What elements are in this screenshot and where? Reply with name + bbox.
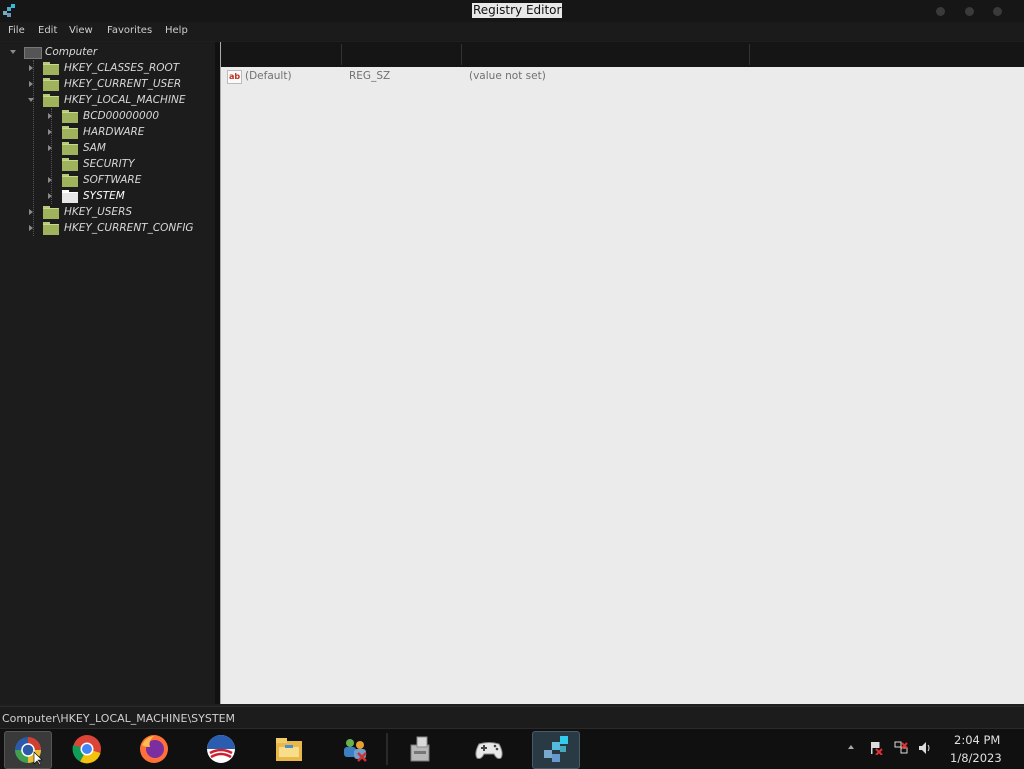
vault-drive-icon	[410, 736, 430, 762]
value-data: (value not set)	[469, 70, 546, 82]
status-bar: Computer\HKEY_LOCAL_MACHINE\SYSTEM	[0, 706, 1024, 729]
tree-node-hkey-current-config[interactable]: HKEY_CURRENT_CONFIG	[0, 220, 215, 236]
clock-date[interactable]: 1/8/2023	[950, 751, 1002, 765]
list-header	[221, 42, 1024, 67]
expand-arrow-icon[interactable]	[29, 65, 33, 71]
expand-arrow-icon[interactable]	[29, 81, 33, 87]
show-hidden-icons-chevron[interactable]	[848, 745, 854, 749]
maximize-button[interactable]	[965, 7, 974, 16]
menu-bar: File Edit View Favorites Help	[0, 22, 1024, 41]
close-button[interactable]	[993, 7, 1002, 16]
taskbar-chrome[interactable]	[64, 731, 110, 767]
folder-icon	[43, 78, 59, 91]
status-path: Computer\HKEY_LOCAL_MACHINE\SYSTEM	[2, 712, 236, 725]
list-row[interactable]: ab (Default) REG_SZ (value not set)	[221, 69, 1024, 85]
tree-label: HKEY_USERS	[64, 206, 133, 218]
computer-icon	[24, 47, 42, 59]
clock-time[interactable]: 2:04 PM	[954, 733, 1000, 747]
collapse-arrow-icon[interactable]	[10, 50, 16, 54]
tree-label: SOFTWARE	[83, 174, 142, 186]
expand-arrow-icon[interactable]	[48, 145, 52, 151]
tree-node-hkey-local-machine[interactable]: HKEY_LOCAL_MACHINE	[0, 92, 215, 108]
volume-icon[interactable]	[918, 741, 932, 755]
taskbar-start-button[interactable]	[4, 731, 52, 769]
column-divider-type[interactable]	[461, 44, 462, 65]
tree-node-sam[interactable]: SAM	[0, 140, 215, 156]
tree-node-hardware[interactable]: HARDWARE	[0, 124, 215, 140]
expand-arrow-icon[interactable]	[48, 113, 52, 119]
taskbar-network[interactable]	[331, 731, 377, 767]
tree-label: SECURITY	[83, 158, 135, 170]
chrome-icon	[72, 735, 101, 764]
regedit-icon[interactable]	[2, 3, 18, 19]
tree-label: HKEY_LOCAL_MACHINE	[64, 94, 186, 106]
folder-icon	[62, 126, 78, 139]
gamepad-icon	[475, 742, 503, 759]
tree-node-security[interactable]: SECURITY	[0, 156, 215, 172]
taskbar-firefox[interactable]	[131, 731, 177, 767]
collapse-arrow-icon[interactable]	[28, 98, 34, 102]
value-name: (Default)	[245, 70, 292, 82]
value-type: REG_SZ	[349, 70, 391, 82]
tree-label: SAM	[83, 142, 106, 154]
minimize-button[interactable]	[936, 7, 945, 16]
tree-label: HKEY_CLASSES_ROOT	[64, 62, 180, 74]
regedit-icon	[544, 736, 568, 762]
menu-favorites[interactable]: Favorites	[107, 25, 152, 36]
folder-icon	[43, 222, 59, 235]
folder-icon	[43, 94, 59, 107]
network-connections-icon	[344, 739, 367, 762]
tree-label: Computer	[45, 46, 98, 58]
title-bar[interactable]: Registry Editor	[0, 0, 1024, 22]
menu-help[interactable]: Help	[165, 25, 188, 36]
tree-node-hkey-classes-root[interactable]: HKEY_CLASSES_ROOT	[0, 60, 215, 76]
column-divider-name[interactable]	[341, 44, 342, 65]
menu-edit[interactable]: Edit	[38, 25, 57, 36]
expand-arrow-icon[interactable]	[48, 177, 52, 183]
column-divider-data[interactable]	[749, 44, 750, 65]
action-center-flag-icon[interactable]	[869, 741, 883, 755]
obama-logo-icon	[207, 735, 235, 763]
taskbar-file-explorer[interactable]	[266, 731, 312, 767]
folder-icon	[62, 142, 78, 155]
tree-label: BCD00000000	[83, 110, 160, 122]
taskbar: 2:04 PM 1/8/2023	[0, 728, 1024, 769]
taskbar-separator	[386, 733, 388, 765]
tree-node-hkey-current-user[interactable]: HKEY_CURRENT_USER	[0, 76, 215, 92]
tree-label: HKEY_CURRENT_USER	[64, 78, 182, 90]
file-explorer-icon	[276, 738, 302, 761]
expand-arrow-icon[interactable]	[29, 225, 33, 231]
tree-label-selected: SYSTEM	[83, 190, 125, 202]
tree-node-computer[interactable]: Computer	[0, 44, 215, 60]
tree-node-software[interactable]: SOFTWARE	[0, 172, 215, 188]
window-title: Registry Editor	[472, 3, 563, 18]
taskbar-vault[interactable]	[398, 731, 444, 767]
menu-file[interactable]: File	[8, 25, 25, 36]
taskbar-obama[interactable]	[198, 731, 244, 767]
tree-node-bcd00000000[interactable]: BCD00000000	[0, 108, 215, 124]
expand-arrow-icon[interactable]	[48, 129, 52, 135]
start-orb-icon	[15, 737, 43, 766]
menu-view[interactable]: View	[69, 25, 93, 36]
registry-tree[interactable]: Computer HKEY_CLASSES_ROOT HKEY_CURRENT_…	[0, 42, 215, 704]
tree-label: HKEY_CURRENT_CONFIG	[64, 222, 194, 234]
values-list[interactable]: ab (Default) REG_SZ (value not set)	[220, 42, 1024, 704]
string-value-icon: ab	[227, 70, 242, 84]
folder-icon	[43, 62, 59, 75]
expand-arrow-icon[interactable]	[29, 209, 33, 215]
folder-icon	[43, 206, 59, 219]
tree-node-hkey-users[interactable]: HKEY_USERS	[0, 204, 215, 220]
folder-icon	[62, 158, 78, 171]
folder-icon	[62, 174, 78, 187]
tree-label: HARDWARE	[83, 126, 145, 138]
taskbar-gamepad[interactable]	[466, 731, 512, 767]
network-icon[interactable]	[894, 741, 908, 755]
folder-icon	[62, 110, 78, 123]
open-folder-icon	[62, 190, 78, 203]
taskbar-registry-editor[interactable]	[532, 731, 580, 769]
expand-arrow-icon[interactable]	[48, 193, 52, 199]
tree-node-system[interactable]: SYSTEM	[0, 188, 215, 204]
firefox-icon	[140, 735, 168, 763]
